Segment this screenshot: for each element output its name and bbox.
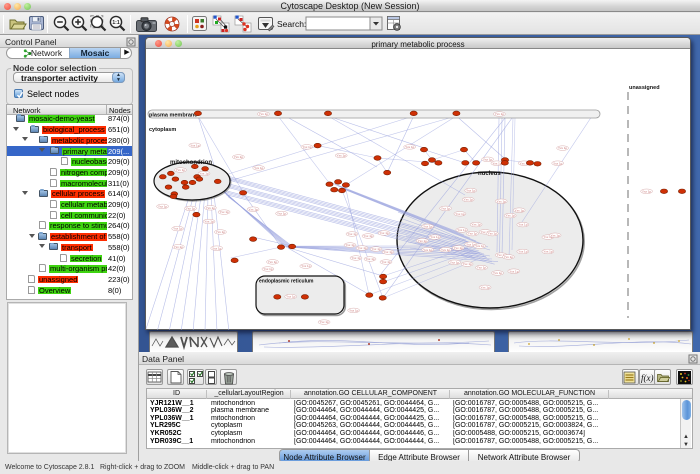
svg-text:Yxx 1p: Yxx 1p bbox=[351, 256, 361, 260]
svg-text:Yxx 1p: Yxx 1p bbox=[497, 199, 507, 203]
svg-text:Yxx 1p: Yxx 1p bbox=[186, 207, 196, 211]
svg-text:Yxx 1p: Yxx 1p bbox=[383, 250, 393, 254]
svg-text:Yxx 1p: Yxx 1p bbox=[263, 267, 273, 271]
svg-text:Yxx 1p: Yxx 1p bbox=[518, 223, 528, 227]
svg-text:Yxx 1p: Yxx 1p bbox=[173, 227, 183, 231]
svg-text:Yxx 1p: Yxx 1p bbox=[349, 309, 359, 313]
svg-text:Yxx 1p: Yxx 1p bbox=[481, 286, 491, 290]
svg-text:Yxx 1p: Yxx 1p bbox=[190, 143, 200, 147]
svg-text:Yxx 1p: Yxx 1p bbox=[347, 232, 357, 236]
svg-text:plasma membrane: plasma membrane bbox=[149, 113, 197, 119]
svg-text:Yxx 1p: Yxx 1p bbox=[441, 207, 451, 211]
svg-text:Yxx 1p: Yxx 1p bbox=[286, 295, 296, 299]
svg-text:Yxx 1p: Yxx 1p bbox=[423, 248, 433, 252]
svg-text:Yxx 1p: Yxx 1p bbox=[488, 232, 498, 236]
svg-text:Yxx 1p: Yxx 1p bbox=[430, 235, 440, 239]
svg-text:cytoplasm: cytoplasm bbox=[149, 127, 176, 133]
svg-text:Yxx 1p: Yxx 1p bbox=[234, 155, 244, 159]
svg-text:Yxx 1p: Yxx 1p bbox=[345, 243, 355, 247]
svg-text:Yxx 1p: Yxx 1p bbox=[371, 247, 381, 251]
svg-text:Yxx 1p: Yxx 1p bbox=[492, 161, 502, 165]
svg-text:Yxx 1p: Yxx 1p bbox=[174, 245, 184, 249]
svg-text:Yxx 1p: Yxx 1p bbox=[543, 250, 553, 254]
svg-text:Yxx 1p: Yxx 1p bbox=[468, 232, 478, 236]
svg-text:Yxx 1p: Yxx 1p bbox=[441, 248, 451, 252]
svg-text:Yxx 1p: Yxx 1p bbox=[483, 157, 493, 161]
svg-text:Yxx 1p: Yxx 1p bbox=[495, 112, 505, 116]
svg-text:Yxx 1p: Yxx 1p bbox=[423, 225, 433, 229]
svg-text:Yxx 1p: Yxx 1p bbox=[249, 207, 259, 211]
svg-text:Yxx 1p: Yxx 1p bbox=[477, 266, 487, 270]
svg-text:nucleus: nucleus bbox=[478, 171, 501, 177]
svg-text:Yxx 1p: Yxx 1p bbox=[506, 214, 516, 218]
svg-text:Yxx 1p: Yxx 1p bbox=[379, 231, 389, 235]
svg-text:Yxx 1p: Yxx 1p bbox=[553, 161, 563, 165]
svg-text:endoplasmic reticulum: endoplasmic reticulum bbox=[259, 279, 314, 285]
svg-text:Yxx 1p: Yxx 1p bbox=[515, 208, 525, 212]
svg-text:Yxx 1p: Yxx 1p bbox=[259, 112, 269, 116]
svg-text:Yxx 1p: Yxx 1p bbox=[277, 212, 287, 216]
svg-text:Yxx 1p: Yxx 1p bbox=[504, 255, 514, 259]
svg-text:Yxx 1p: Yxx 1p bbox=[337, 154, 347, 158]
svg-text:Yxx 1p: Yxx 1p bbox=[455, 212, 465, 216]
svg-text:Yxx 1p: Yxx 1p bbox=[320, 320, 330, 324]
svg-text:Yxx 1p: Yxx 1p bbox=[220, 210, 230, 214]
svg-text:Yxx 1p: Yxx 1p bbox=[418, 239, 428, 243]
svg-text:1:1: 1:1 bbox=[112, 20, 119, 26]
svg-text:Yxx 1p: Yxx 1p bbox=[357, 246, 367, 250]
svg-text:Yxx 1p: Yxx 1p bbox=[509, 269, 519, 273]
svg-text:Yxx 1p: Yxx 1p bbox=[463, 262, 473, 266]
svg-text:Yxx 1p: Yxx 1p bbox=[457, 228, 467, 232]
svg-text:Yxx 1p: Yxx 1p bbox=[493, 271, 503, 275]
svg-text:mitochondrion: mitochondrion bbox=[170, 160, 212, 166]
svg-text:Yxx 1p: Yxx 1p bbox=[558, 146, 568, 150]
svg-text:Yxx 1p: Yxx 1p bbox=[158, 205, 168, 209]
svg-text:Yxx 1p: Yxx 1p bbox=[301, 264, 311, 268]
svg-text:Search:: Search: bbox=[277, 19, 306, 29]
svg-text:Yxx 1p: Yxx 1p bbox=[454, 246, 464, 250]
svg-text:Yxx 1p: Yxx 1p bbox=[268, 260, 278, 264]
svg-text:Yxx 1p: Yxx 1p bbox=[405, 145, 415, 149]
svg-text:Yxx 1p: Yxx 1p bbox=[363, 234, 373, 238]
svg-text:f(x): f(x) bbox=[641, 373, 654, 383]
svg-text:Yxx 1p: Yxx 1p bbox=[551, 233, 561, 237]
svg-text:Yxx 1p: Yxx 1p bbox=[381, 260, 391, 264]
svg-text:Yxx 1p: Yxx 1p bbox=[204, 220, 214, 224]
svg-text:Yxx 1p: Yxx 1p bbox=[216, 230, 226, 234]
svg-text:Yxx 1p: Yxx 1p bbox=[475, 244, 485, 248]
svg-text:Yxx 1p: Yxx 1p bbox=[302, 145, 312, 149]
svg-text:Yxx 1p: Yxx 1p bbox=[206, 206, 216, 210]
svg-text:Yxx 1p: Yxx 1p bbox=[642, 189, 652, 193]
svg-text:Yxx 1p: Yxx 1p bbox=[254, 166, 264, 170]
svg-text:Yxx 1p: Yxx 1p bbox=[472, 223, 482, 227]
svg-text:unassigned: unassigned bbox=[629, 85, 660, 91]
svg-text:Yxx 1p: Yxx 1p bbox=[518, 250, 528, 254]
svg-text:Yxx 1p: Yxx 1p bbox=[212, 246, 222, 250]
svg-text:Yxx 1p: Yxx 1p bbox=[365, 257, 375, 261]
svg-text:Yxx 1p: Yxx 1p bbox=[450, 260, 460, 264]
svg-text:Yxx 1p: Yxx 1p bbox=[176, 168, 186, 172]
svg-text:Yxx 1p: Yxx 1p bbox=[466, 189, 476, 193]
svg-text:Yxx 1p: Yxx 1p bbox=[464, 198, 474, 202]
svg-text:Yxx 1p: Yxx 1p bbox=[199, 172, 209, 176]
